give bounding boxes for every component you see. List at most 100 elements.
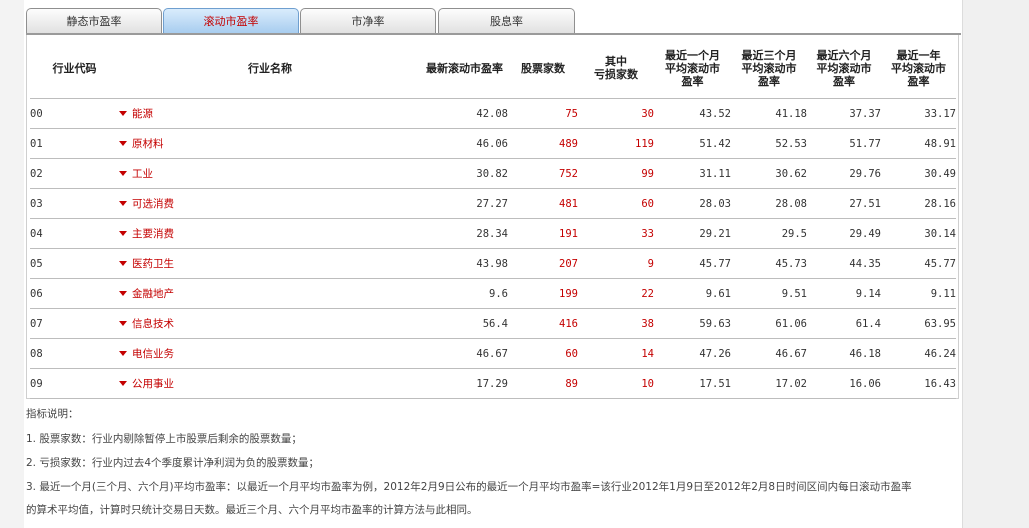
row-latest-pe: 30.82	[421, 158, 508, 189]
caret-down-icon[interactable]	[119, 170, 127, 176]
row-code: 02	[30, 158, 119, 189]
table-row: 05 医药卫生 43.98 207 9 45.77 45.73 44.35 45.77	[30, 248, 956, 279]
row-avg-pe-6m: 61.4	[807, 308, 881, 339]
table-row: 06 金融地产 9.6 199 22 9.61 9.51 9.14 9.11	[30, 278, 956, 309]
header-pe: 最新滚动市盈率	[421, 38, 508, 99]
header-1m: 最近一个月 平均滚动市 盈率	[654, 38, 731, 99]
caret-down-icon[interactable]	[119, 110, 127, 116]
row-avg-pe-1y: 63.95	[881, 308, 956, 339]
row-stock-count: 416	[508, 308, 578, 339]
row-avg-pe-3m: 28.08	[731, 188, 807, 219]
row-avg-pe-1m: 47.26	[654, 338, 731, 369]
row-avg-pe-1m: 28.03	[654, 188, 731, 219]
row-avg-pe-6m: 29.76	[807, 158, 881, 189]
row-latest-pe: 42.08	[421, 98, 508, 129]
industry-name[interactable]: 原材料	[132, 138, 164, 150]
row-loss-count: 119	[578, 128, 654, 159]
industry-name[interactable]: 公用事业	[132, 378, 174, 390]
caret-down-icon[interactable]	[119, 290, 127, 296]
row-avg-pe-1y: 48.91	[881, 128, 956, 159]
row-industry-link[interactable]: 金融地产	[119, 278, 421, 309]
industry-name[interactable]: 能源	[132, 108, 153, 120]
row-latest-pe: 9.6	[421, 278, 508, 309]
row-avg-pe-3m: 17.02	[731, 368, 807, 399]
row-avg-pe-1y: 16.43	[881, 368, 956, 399]
industry-name[interactable]: 金融地产	[132, 288, 174, 300]
row-code: 06	[30, 278, 119, 309]
row-industry-link[interactable]: 医药卫生	[119, 248, 421, 279]
industry-name[interactable]: 医药卫生	[132, 258, 174, 270]
row-avg-pe-1y: 9.11	[881, 278, 956, 309]
row-loss-count: 9	[578, 248, 654, 279]
table-row: 04 主要消费 28.34 191 33 29.21 29.5 29.49 30.14	[30, 218, 956, 249]
row-avg-pe-6m: 46.18	[807, 338, 881, 369]
caret-down-icon[interactable]	[119, 260, 127, 266]
row-industry-link[interactable]: 原材料	[119, 128, 421, 159]
row-avg-pe-1y: 46.24	[881, 338, 956, 369]
industry-name[interactable]: 工业	[132, 168, 153, 180]
notes-title: 指标说明：	[26, 408, 79, 420]
row-stock-count: 489	[508, 128, 578, 159]
row-avg-pe-1m: 17.51	[654, 368, 731, 399]
tab-rolling-pe[interactable]: 滚动市盈率	[163, 8, 299, 33]
right-gutter	[962, 0, 1029, 528]
header-count: 股票家数	[508, 38, 578, 99]
tab-static-pe[interactable]: 静态市盈率	[26, 8, 162, 33]
row-industry-link[interactable]: 能源	[119, 98, 421, 129]
industry-name[interactable]: 主要消费	[132, 228, 174, 240]
caret-down-icon[interactable]	[119, 380, 127, 386]
row-stock-count: 60	[508, 338, 578, 369]
industry-name[interactable]: 可选消费	[132, 198, 174, 210]
tab-pb[interactable]: 市净率	[300, 8, 436, 33]
row-latest-pe: 56.4	[421, 308, 508, 339]
row-avg-pe-6m: 37.37	[807, 98, 881, 129]
table-row: 00 能源 42.08 75 30 43.52 41.18 37.37 33.17	[30, 98, 956, 129]
header-1y: 最近一年 平均滚动市 盈率	[881, 38, 956, 99]
row-avg-pe-3m: 45.73	[731, 248, 807, 279]
table-row: 08 电信业务 46.67 60 14 47.26 46.67 46.18 46.24	[30, 338, 956, 369]
row-code: 09	[30, 368, 119, 399]
row-avg-pe-1y: 30.49	[881, 158, 956, 189]
row-avg-pe-6m: 51.77	[807, 128, 881, 159]
row-avg-pe-1m: 45.77	[654, 248, 731, 279]
row-loss-count: 30	[578, 98, 654, 129]
row-industry-link[interactable]: 信息技术	[119, 308, 421, 339]
row-avg-pe-1m: 51.42	[654, 128, 731, 159]
row-latest-pe: 46.67	[421, 338, 508, 369]
industry-name[interactable]: 电信业务	[132, 348, 174, 360]
row-avg-pe-3m: 29.5	[731, 218, 807, 249]
row-avg-pe-6m: 29.49	[807, 218, 881, 249]
row-industry-link[interactable]: 公用事业	[119, 368, 421, 399]
row-industry-link[interactable]: 主要消费	[119, 218, 421, 249]
table-row: 09 公用事业 17.29 89 10 17.51 17.02 16.06 16.43	[30, 368, 956, 399]
industry-pe-table: 行业代码 行业名称 最新滚动市盈率 股票家数 其中 亏损家数 最近一个月 平均滚动市…	[30, 38, 956, 399]
note-item-2: 2. 亏损家数：行业内过去4个季度累计净利润为负的股票数量；	[26, 457, 320, 469]
row-industry-link[interactable]: 可选消费	[119, 188, 421, 219]
caret-down-icon[interactable]	[119, 200, 127, 206]
note-item-3: 3. 最近一个月(三个月、六个月)平均市盈率：以最近一个月平均市盈率为例，201…	[26, 481, 912, 493]
row-industry-link[interactable]: 工业	[119, 158, 421, 189]
row-stock-count: 75	[508, 98, 578, 129]
caret-down-icon[interactable]	[119, 320, 127, 326]
note-item-3-cont: 的算术平均值，计算时只统计交易日天数。最近三个月、六个月平均市盈率的计算方法与此…	[26, 504, 478, 516]
caret-down-icon[interactable]	[119, 140, 127, 146]
row-industry-link[interactable]: 电信业务	[119, 338, 421, 369]
row-avg-pe-1m: 43.52	[654, 98, 731, 129]
row-latest-pe: 46.06	[421, 128, 508, 159]
row-loss-count: 99	[578, 158, 654, 189]
tab-dividend-yield[interactable]: 股息率	[438, 8, 575, 33]
row-avg-pe-3m: 9.51	[731, 278, 807, 309]
row-code: 00	[30, 98, 119, 129]
row-avg-pe-3m: 46.67	[731, 338, 807, 369]
row-stock-count: 89	[508, 368, 578, 399]
industry-name[interactable]: 信息技术	[132, 318, 174, 330]
row-latest-pe: 27.27	[421, 188, 508, 219]
row-avg-pe-1m: 59.63	[654, 308, 731, 339]
caret-down-icon[interactable]	[119, 230, 127, 236]
header-loss: 其中 亏损家数	[578, 38, 654, 99]
row-avg-pe-6m: 16.06	[807, 368, 881, 399]
row-code: 04	[30, 218, 119, 249]
table-row: 07 信息技术 56.4 416 38 59.63 61.06 61.4 63.95	[30, 308, 956, 339]
row-loss-count: 14	[578, 338, 654, 369]
caret-down-icon[interactable]	[119, 350, 127, 356]
